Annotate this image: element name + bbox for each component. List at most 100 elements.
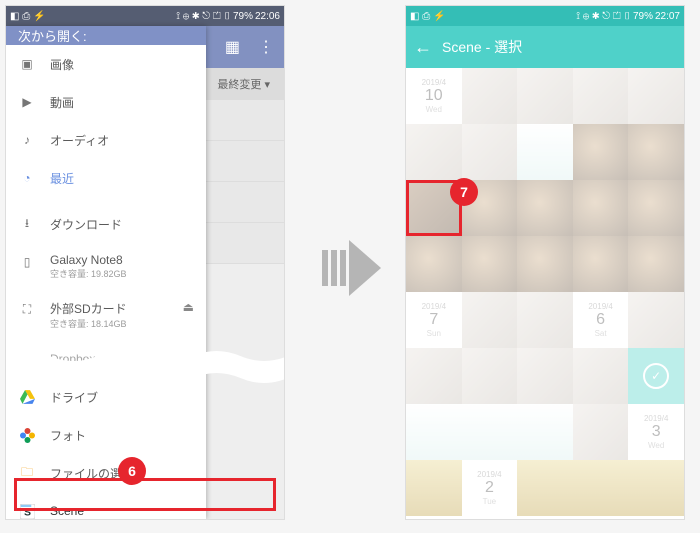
drawer-item-file-select[interactable]: 🗀 ファイルの選択 xyxy=(6,454,206,492)
date-tile: 2019/4 6 Sat xyxy=(573,292,629,348)
photo-tile[interactable] xyxy=(517,404,573,460)
date-year: 2019/4 xyxy=(644,414,668,423)
status-battery: 79% xyxy=(233,11,253,22)
photo-tile[interactable] xyxy=(628,236,684,292)
drawer-item-images[interactable]: ▣ 画像 xyxy=(6,45,206,83)
date-year: 2019/4 xyxy=(422,302,446,311)
drawer-item-photo[interactable]: フォト xyxy=(6,416,206,454)
date-day: 6 xyxy=(596,311,605,329)
photo-tile[interactable] xyxy=(462,348,518,404)
image-icon: ▣ xyxy=(18,55,36,73)
grid-view-icon[interactable]: ▦ xyxy=(225,37,240,57)
drawer-item-recent[interactable]: ◔ 最近 xyxy=(6,159,206,197)
drawer-item-label: オーディオ xyxy=(50,132,109,149)
photo-tile[interactable] xyxy=(628,124,684,180)
photo-tile[interactable] xyxy=(573,236,629,292)
status-time: 22:06 xyxy=(255,11,280,22)
more-icon[interactable]: ⋮ xyxy=(258,37,274,57)
photo-tile[interactable] xyxy=(462,124,518,180)
photo-tile[interactable] xyxy=(628,68,684,124)
photo-tile[interactable] xyxy=(406,460,462,516)
scene-header: ← Scene - 選択 xyxy=(406,26,684,68)
photo-tile[interactable] xyxy=(517,460,573,516)
date-day: 3 xyxy=(652,423,661,441)
status-icons-left: ◧ ⎙ ⚡ xyxy=(10,11,45,22)
status-battery: 79% xyxy=(633,11,653,22)
drawer-item-label: Galaxy Note8 xyxy=(50,253,127,267)
dropbox-icon: ⧉ xyxy=(18,350,36,368)
drawer-item-sublabel: 空き容量: 18.14GB xyxy=(50,317,127,330)
drawer-title: 次から開く: xyxy=(6,26,206,45)
drawer-item-video[interactable]: ▶ 動画 xyxy=(6,83,206,121)
date-weekday: Sat xyxy=(595,329,607,338)
photo-tile[interactable] xyxy=(406,348,462,404)
photo-tile[interactable] xyxy=(628,292,684,348)
photo-tile[interactable] xyxy=(573,68,629,124)
photo-tile[interactable] xyxy=(406,236,462,292)
date-tile: 2019/4 2 Tue xyxy=(462,460,518,516)
eject-icon[interactable]: ⏏ xyxy=(183,300,194,314)
video-icon: ▶ xyxy=(18,93,36,111)
drawer-item-device[interactable]: ▯ Galaxy Note8 空き容量: 19.82GB xyxy=(6,243,206,290)
status-icons-right: ⟟ ⊕ ✱ ⎋ ⏍ ▯ xyxy=(576,11,631,22)
drawer-item-label: 最近 xyxy=(50,170,74,187)
drawer-item-dropbox[interactable]: ⧉ Dropbox xyxy=(6,340,206,378)
drawer-item-audio[interactable]: ♪ オーディオ xyxy=(6,121,206,159)
drawer-item-sdcard[interactable]: ⛶ 外部SDカード 空き容量: 18.14GB ⏏ xyxy=(6,290,206,340)
photo-tile[interactable] xyxy=(628,460,684,516)
photo-grid[interactable]: 2019/4 10 Wed xyxy=(406,68,684,519)
drawer-item-download[interactable]: ⭳ ダウンロード xyxy=(6,205,206,243)
phone-left: ◧ ⎙ ⚡ ⟟ ⊕ ✱ ⎋ ⏍ ▯ 79% 22:06 ▦ ⋮ 最終変更 ▾ 0… xyxy=(5,5,285,520)
photos-icon xyxy=(18,426,36,444)
date-weekday: Sun xyxy=(427,329,441,338)
phone-right: ◧ ⎙ ⚡ ⟟ ⊕ ✱ ⎋ ⏍ ▯ 79% 22:07 ← Scene - 選択… xyxy=(405,5,685,520)
date-year: 2019/4 xyxy=(477,470,501,479)
photo-tile[interactable] xyxy=(517,236,573,292)
photo-tile[interactable] xyxy=(406,404,462,460)
drawer-item-label: Scene xyxy=(50,504,84,518)
photo-tile[interactable] xyxy=(462,236,518,292)
photo-tile[interactable] xyxy=(517,180,573,236)
status-icons-right: ⟟ ⊕ ✱ ⎋ ⏍ ▯ xyxy=(176,11,231,22)
drawer-item-label: 外部SDカード xyxy=(50,300,127,317)
date-year: 2019/4 xyxy=(422,78,446,87)
photo-tile[interactable] xyxy=(462,292,518,348)
drawer-item-label: 画像 xyxy=(50,56,74,73)
photo-tile[interactable] xyxy=(517,292,573,348)
drawer-item-label: フォト xyxy=(50,427,86,444)
scene-app-icon: S xyxy=(18,502,36,520)
recent-icon: ◔ xyxy=(18,169,36,187)
drawer-item-label: ドライブ xyxy=(50,389,98,406)
photo-tile[interactable] xyxy=(462,68,518,124)
drawer-item-label: Dropbox xyxy=(50,352,95,366)
photo-tile[interactable] xyxy=(517,348,573,404)
date-year: 2019/4 xyxy=(588,302,612,311)
photo-tile[interactable] xyxy=(573,404,629,460)
drawer-item-scene[interactable]: S Scene xyxy=(6,492,206,520)
back-icon[interactable]: ← xyxy=(414,37,432,58)
photo-tile[interactable] xyxy=(517,68,573,124)
svg-text:S: S xyxy=(23,506,30,518)
photo-tile[interactable] xyxy=(462,404,518,460)
status-bar: ◧ ⎙ ⚡ ⟟ ⊕ ✱ ⎋ ⏍ ▯ 79% 22:07 xyxy=(406,6,684,26)
date-tile: 2019/4 10 Wed xyxy=(406,68,462,124)
photo-tile[interactable] xyxy=(573,124,629,180)
audio-icon: ♪ xyxy=(18,131,36,149)
photo-tile[interactable] xyxy=(573,460,629,516)
photo-tile[interactable] xyxy=(573,180,629,236)
photo-tile[interactable] xyxy=(573,348,629,404)
status-bar: ◧ ⎙ ⚡ ⟟ ⊕ ✱ ⎋ ⏍ ▯ 79% 22:06 xyxy=(6,6,284,26)
date-day: 7 xyxy=(429,311,438,329)
phone-icon: ▯ xyxy=(18,253,36,271)
download-icon: ⭳ xyxy=(18,215,36,233)
photo-tile[interactable] xyxy=(406,124,462,180)
photo-tile[interactable] xyxy=(517,124,573,180)
status-time: 22:07 xyxy=(655,11,680,22)
drawer-item-drive[interactable]: ドライブ xyxy=(6,378,206,416)
date-weekday: Wed xyxy=(426,105,442,114)
photo-tile[interactable] xyxy=(628,180,684,236)
header-title: Scene - 選択 xyxy=(442,37,522,57)
left-body: ▦ ⋮ 最終変更 ▾ 0609_LINE.jpg 0602_LINE.jpg 0… xyxy=(6,26,284,519)
drawer-item-label: ダウンロード xyxy=(50,216,122,233)
select-confirm-tile[interactable] xyxy=(628,348,684,404)
